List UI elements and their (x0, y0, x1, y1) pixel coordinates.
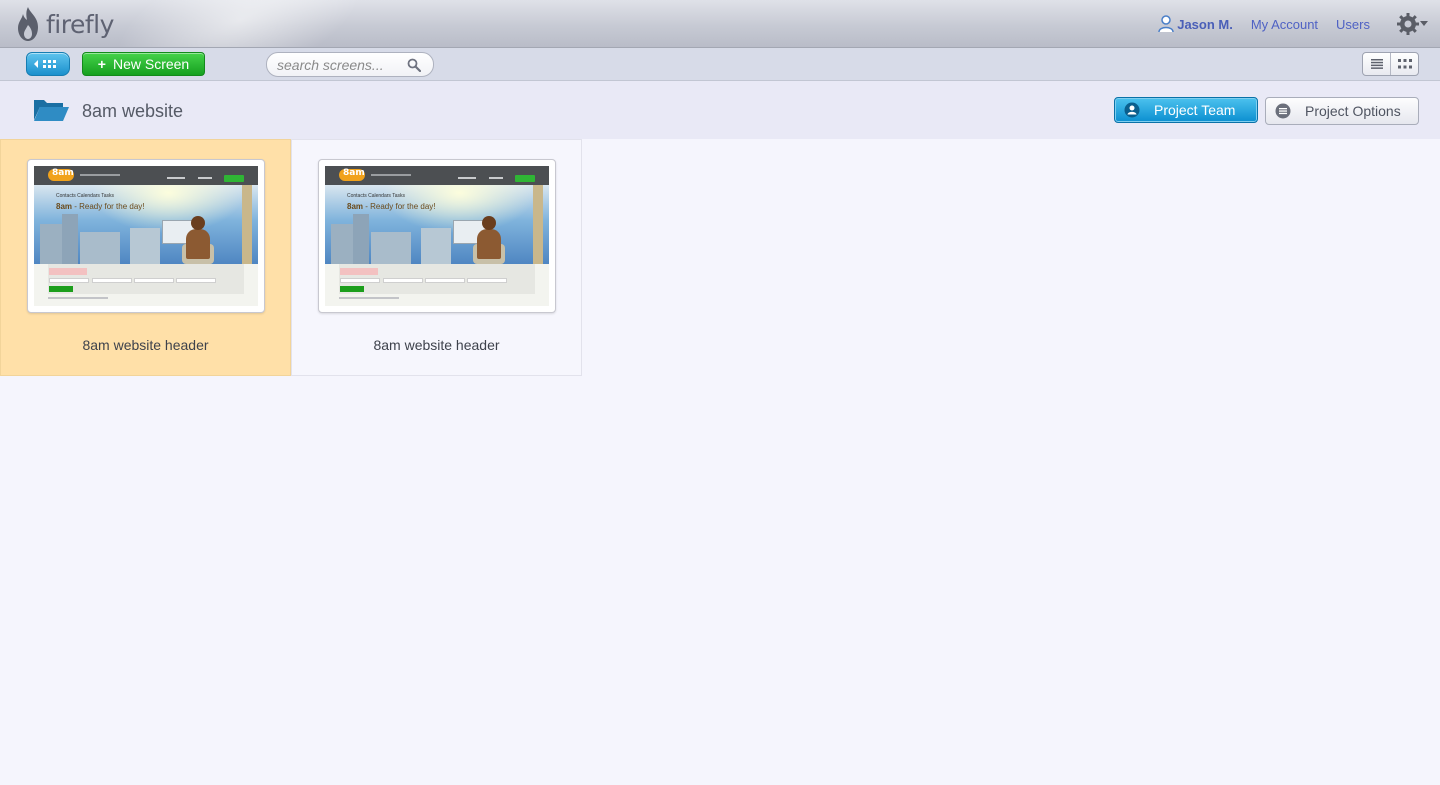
back-button[interactable] (26, 52, 70, 76)
screen-card[interactable]: 8am Contacts Calendars Tasks 8am - Ready… (291, 139, 582, 376)
project-team-label: Project Team (1154, 102, 1236, 118)
screen-caption[interactable]: 8am website header (1, 337, 290, 353)
grid-view-icon (1397, 59, 1412, 69)
project-title: 8am website (82, 101, 184, 121)
preview-logo: 8am (52, 168, 74, 178)
plus-icon: + (97, 56, 106, 72)
preview-tabs: Contacts Calendars Tasks (56, 193, 114, 199)
user-icon (1158, 15, 1174, 33)
screen-caption[interactable]: 8am website header (292, 337, 581, 353)
project-options-button[interactable]: Project Options (1265, 97, 1419, 125)
view-toggle (1362, 52, 1419, 76)
gear-icon (1397, 13, 1419, 35)
screen-preview: 8am Contacts Calendars Tasks 8am - Ready… (325, 166, 549, 306)
top-header: firefly Jason M. My Account Users (0, 0, 1440, 48)
search-box (266, 52, 434, 77)
grid-view-button[interactable] (1390, 53, 1418, 75)
search-icon[interactable] (407, 58, 421, 72)
project-team-button[interactable]: Project Team (1114, 97, 1258, 123)
preview-headline: 8am - Ready for the day! (347, 202, 436, 211)
logo-text: firefly (46, 9, 114, 39)
screen-thumbnail[interactable]: 8am Contacts Calendars Tasks 8am - Ready… (27, 159, 265, 313)
screen-preview: 8am Contacts Calendars Tasks 8am - Ready… (34, 166, 258, 306)
grid-back-icon (34, 60, 56, 68)
my-account-link[interactable]: My Account (1251, 17, 1318, 32)
flame-icon (18, 7, 38, 41)
preview-logo: 8am (343, 168, 365, 178)
user-nav: Jason M. My Account Users (1158, 0, 1440, 47)
new-screen-label: New Screen (112, 56, 190, 72)
project-bar: 8am website Project Team Project Options (0, 81, 1440, 139)
project-options-label: Project Options (1305, 103, 1401, 119)
preview-tabs: Contacts Calendars Tasks (347, 193, 405, 199)
person-circle-icon (1124, 102, 1140, 118)
screen-card[interactable]: 8am Contacts Calendars Tasks 8am - Ready… (0, 139, 291, 376)
folder-icon (34, 100, 69, 121)
current-user[interactable]: Jason M. (1158, 15, 1233, 33)
screen-thumbnail[interactable]: 8am Contacts Calendars Tasks 8am - Ready… (318, 159, 556, 313)
chevron-down-icon (1420, 21, 1428, 26)
list-view-button[interactable] (1363, 53, 1390, 75)
users-link[interactable]: Users (1336, 17, 1370, 32)
new-screen-button[interactable]: + New Screen (82, 52, 205, 76)
preview-headline: 8am - Ready for the day! (56, 202, 145, 211)
app-logo[interactable]: firefly (14, 4, 114, 44)
search-input[interactable] (277, 56, 407, 73)
settings-menu[interactable] (1396, 12, 1428, 36)
menu-circle-icon (1275, 103, 1291, 119)
list-view-icon (1370, 59, 1383, 69)
header-swoosh-decoration (97, 0, 383, 47)
screens-toolbar: + New Screen (0, 48, 1440, 81)
user-name: Jason M. (1177, 16, 1233, 32)
